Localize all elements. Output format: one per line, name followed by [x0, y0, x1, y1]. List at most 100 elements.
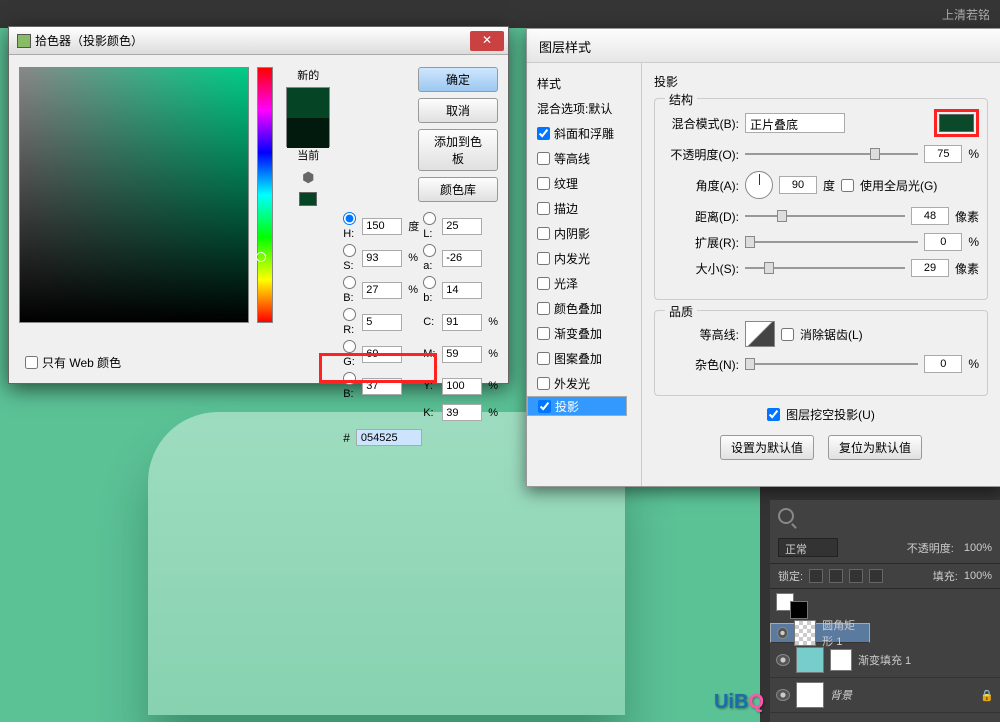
bb-input[interactable]	[362, 378, 402, 395]
h-input[interactable]	[362, 218, 402, 235]
a-input[interactable]	[442, 250, 482, 267]
color-picker-title: 拾色器（投影颜色）	[35, 32, 143, 49]
color-lib-button[interactable]: 颜色库	[418, 177, 498, 202]
m-input[interactable]	[442, 346, 482, 363]
layers-panel: 正常 不透明度: 100% 锁定: 填充: 100% 圆角矩形 1 渐变填充 1…	[770, 500, 1000, 722]
angle-input[interactable]	[779, 176, 817, 194]
r-radio[interactable]	[343, 308, 356, 321]
l-input[interactable]	[442, 218, 482, 235]
r-input[interactable]	[362, 314, 402, 331]
add-swatch-button[interactable]: 添加到色板	[418, 129, 498, 171]
mini-swatch[interactable]	[299, 192, 317, 206]
zoom-icon[interactable]	[778, 508, 794, 524]
layer-row[interactable]: 渐变填充 1	[770, 643, 1000, 678]
layer-style-title: 图层样式	[527, 29, 1000, 63]
new-current-swatch[interactable]	[286, 87, 330, 147]
color-picker-dialog: 拾色器（投影颜色） ✕ 新的 当前 ⬢ 确定 取消 添加到色板 颜色库 H:度 …	[8, 26, 509, 384]
lock-transparent-icon[interactable]	[809, 569, 823, 583]
contour-picker[interactable]	[745, 321, 775, 347]
cancel-button[interactable]: 取消	[418, 98, 498, 123]
angle-dial[interactable]	[745, 171, 773, 199]
spread-input[interactable]	[924, 233, 962, 251]
b-input[interactable]	[442, 282, 482, 299]
top-user: 上清若铭	[942, 6, 990, 23]
blend-options-default[interactable]: 混合选项:默认	[527, 96, 641, 121]
blend-mode-select[interactable]: 正片叠底	[745, 113, 845, 133]
highlight-color-swatch	[934, 109, 979, 137]
global-light-check[interactable]	[841, 179, 854, 192]
noise-input[interactable]	[924, 355, 962, 373]
style-gradient-overlay[interactable]: 渐变叠加	[527, 321, 641, 346]
web-only-check[interactable]	[25, 356, 38, 369]
layer-style-dialog: 图层样式 样式 混合选项:默认 斜面和浮雕 等高线 纹理 描边 内阴影 内发光 …	[526, 28, 1000, 487]
distance-slider[interactable]	[745, 215, 905, 217]
style-pattern-overlay[interactable]: 图案叠加	[527, 346, 641, 371]
layer-thumb[interactable]	[796, 682, 824, 708]
styles-header[interactable]: 样式	[527, 71, 641, 96]
hex-input[interactable]	[356, 429, 422, 446]
g-radio[interactable]	[343, 340, 356, 353]
lock-all-icon[interactable]	[869, 569, 883, 583]
h-radio[interactable]	[343, 212, 356, 225]
noise-slider[interactable]	[745, 363, 918, 365]
style-drop-shadow[interactable]: 投影	[527, 396, 627, 416]
opacity-slider[interactable]	[745, 153, 918, 155]
k-input[interactable]	[442, 404, 482, 421]
style-outer-glow[interactable]: 外发光	[527, 371, 641, 396]
style-inner-glow[interactable]: 内发光	[527, 246, 641, 271]
layer-thumb[interactable]	[794, 620, 816, 646]
style-inner-shadow[interactable]: 内阴影	[527, 221, 641, 246]
lock-pixels-icon[interactable]	[829, 569, 843, 583]
s-radio[interactable]	[343, 244, 356, 257]
blend-mode-layers[interactable]: 正常	[778, 538, 838, 557]
spread-slider[interactable]	[745, 241, 918, 243]
style-satin[interactable]: 光泽	[527, 271, 641, 296]
cube-icon: ⬢	[281, 169, 335, 186]
antialias-check[interactable]	[781, 328, 794, 341]
style-color-overlay[interactable]: 颜色叠加	[527, 296, 641, 321]
style-bevel[interactable]: 斜面和浮雕	[527, 121, 641, 146]
structure-group: 结构 混合模式(B): 正片叠底 不透明度(O): % 角度(A): 度	[654, 98, 988, 300]
size-input[interactable]	[911, 259, 949, 277]
reset-default-button[interactable]: 复位为默认值	[828, 435, 922, 460]
style-texture[interactable]: 纹理	[527, 171, 641, 196]
lock-icon: 🔒	[980, 689, 994, 702]
opacity-input[interactable]	[924, 145, 962, 163]
style-list: 样式 混合选项:默认 斜面和浮雕 等高线 纹理 描边 内阴影 内发光 光泽 颜色…	[527, 63, 642, 486]
panel-title: 投影	[654, 73, 988, 90]
bb-radio[interactable]	[343, 372, 356, 385]
layer-thumb[interactable]	[796, 647, 824, 673]
hue-slider[interactable]	[257, 67, 273, 323]
b-radio[interactable]	[423, 276, 436, 289]
shadow-color-swatch[interactable]	[939, 114, 974, 132]
bv-radio[interactable]	[343, 276, 356, 289]
eye-icon[interactable]	[776, 689, 790, 701]
color-cursor	[256, 252, 266, 262]
style-stroke[interactable]: 描边	[527, 196, 641, 221]
s-input[interactable]	[362, 250, 402, 267]
saturation-field[interactable]	[19, 67, 249, 323]
c-input[interactable]	[442, 314, 482, 331]
y-input[interactable]	[442, 378, 482, 395]
distance-input[interactable]	[911, 207, 949, 225]
mask-thumb[interactable]	[830, 649, 852, 671]
size-slider[interactable]	[745, 267, 905, 269]
watermark: UiBQ	[714, 691, 764, 714]
quality-group: 品质 等高线: 消除锯齿(L) 杂色(N): %	[654, 310, 988, 396]
layer-row[interactable]: 背景 🔒	[770, 678, 1000, 713]
ok-button[interactable]: 确定	[418, 67, 498, 92]
eye-icon[interactable]	[776, 654, 790, 666]
bv-input[interactable]	[362, 282, 402, 299]
a-radio[interactable]	[423, 244, 436, 257]
g-input[interactable]	[362, 346, 402, 363]
style-contour[interactable]: 等高线	[527, 146, 641, 171]
close-button[interactable]: ✕	[470, 31, 504, 51]
lock-position-icon[interactable]	[849, 569, 863, 583]
bg-color[interactable]	[790, 601, 808, 619]
set-default-button[interactable]: 设置为默认值	[720, 435, 814, 460]
eye-icon[interactable]	[777, 627, 788, 639]
picker-icon	[17, 34, 31, 48]
l-radio[interactable]	[423, 212, 436, 225]
knockout-check[interactable]	[767, 408, 780, 421]
layer-row[interactable]: 圆角矩形 1	[770, 623, 870, 643]
